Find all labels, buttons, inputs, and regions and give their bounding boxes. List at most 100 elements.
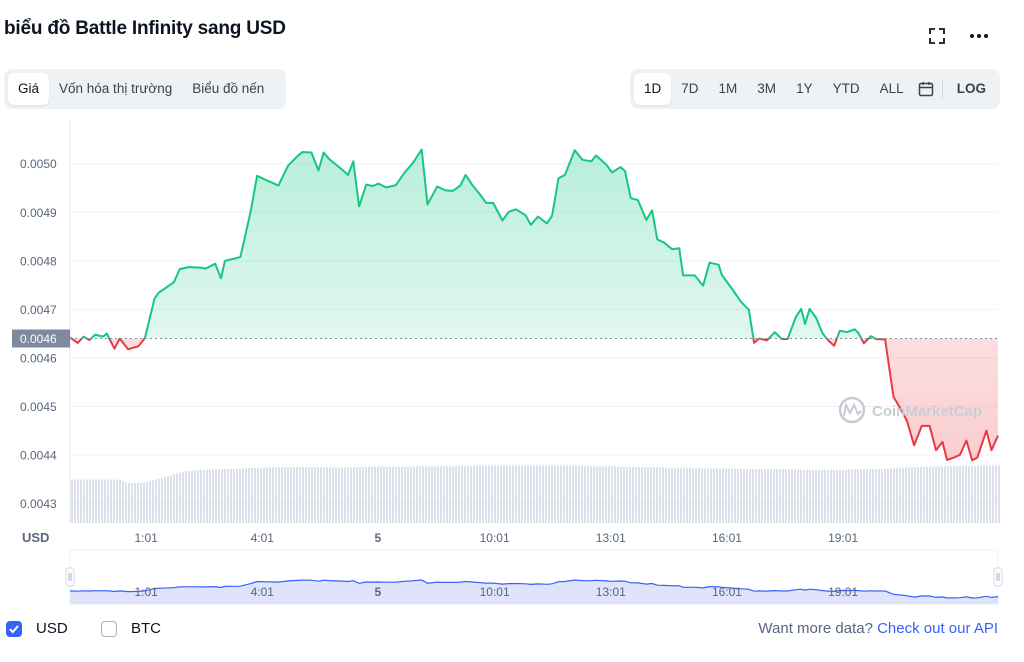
volume-bar xyxy=(404,466,406,523)
navigator-handle-left[interactable] xyxy=(65,567,75,587)
volume-bar xyxy=(86,479,88,523)
volume-bar xyxy=(179,472,181,523)
fullscreen-icon[interactable] xyxy=(924,24,950,48)
volume-bar xyxy=(686,467,688,523)
volume-bar xyxy=(491,465,493,523)
navigator-handle-right[interactable] xyxy=(993,567,1003,587)
volume-bar xyxy=(77,479,79,523)
volume-bar xyxy=(422,466,424,523)
volume-bar xyxy=(962,466,964,523)
btc-checkbox[interactable]: BTC xyxy=(101,620,161,637)
volume-bar xyxy=(458,466,460,523)
volume-bar xyxy=(212,469,214,523)
btc-label: BTC xyxy=(131,620,161,637)
x-axis-labels: 1:01 4:01 5 10:01 13:01 16:01 19:01 xyxy=(134,531,858,545)
volume-bar xyxy=(533,465,535,523)
volume-bar xyxy=(644,467,646,523)
tab-range-3m[interactable]: 3M xyxy=(747,73,786,105)
volume-bar xyxy=(344,467,346,523)
volume-bar xyxy=(785,469,787,523)
coinmarketcap-logo xyxy=(838,396,866,424)
volume-bar xyxy=(866,469,868,523)
api-link[interactable]: Check out our API xyxy=(877,620,998,637)
tab-range-ytd[interactable]: YTD xyxy=(823,73,870,105)
volume-bar xyxy=(887,468,889,523)
volume-bar xyxy=(647,467,649,523)
volume-bar xyxy=(371,466,373,523)
volume-bar xyxy=(965,466,967,523)
volume-bar xyxy=(719,468,721,523)
volume-bar xyxy=(977,465,979,523)
volume-bar xyxy=(335,467,337,523)
volume-bar xyxy=(986,465,988,523)
tab-range-1y[interactable]: 1Y xyxy=(786,73,823,105)
volume-bar xyxy=(821,469,823,523)
volume-bar xyxy=(125,482,127,523)
volume-bar xyxy=(878,469,880,523)
price-chart[interactable]: 0.0046 0.0050 0.0049 0.0048 0.0047 0.0046 0.0… xyxy=(0,118,1024,608)
volume-bar xyxy=(143,482,145,523)
volume-bar xyxy=(875,469,877,523)
tab-range-all[interactable]: ALL xyxy=(870,73,914,105)
watermark-text: CoinMarketCap xyxy=(872,403,982,420)
volume-bar xyxy=(416,466,418,523)
volume-bar xyxy=(434,466,436,523)
volume-bar xyxy=(113,479,115,523)
volume-bar xyxy=(185,471,187,523)
navigator-tick-label: 5 xyxy=(374,585,381,599)
volume-bar xyxy=(812,469,814,523)
volume-bar xyxy=(776,469,778,523)
volume-bar xyxy=(272,467,274,523)
volume-bar xyxy=(710,468,712,523)
volume-bar xyxy=(764,469,766,523)
volume-bar xyxy=(695,467,697,523)
volume-bar xyxy=(296,467,298,523)
volume-bar xyxy=(263,467,265,523)
volume-bar xyxy=(71,479,73,523)
volume-bar xyxy=(503,465,505,523)
volume-bar xyxy=(620,466,622,523)
volume-bar xyxy=(911,467,913,523)
volume-bar xyxy=(635,467,637,523)
volume-bar xyxy=(860,469,862,523)
volume-bars xyxy=(71,465,1000,523)
volume-bar xyxy=(278,467,280,523)
volume-bar xyxy=(752,469,754,523)
volume-bar xyxy=(398,466,400,523)
volume-bar xyxy=(893,468,895,523)
tab-range-1m[interactable]: 1M xyxy=(709,73,748,105)
volume-bar xyxy=(584,466,586,523)
volume-bar xyxy=(566,465,568,523)
volume-bar xyxy=(302,467,304,523)
navigator-tick-label: 19:01 xyxy=(828,585,858,599)
volume-bar xyxy=(140,482,142,523)
volume-bar xyxy=(479,465,481,523)
volume-bar xyxy=(245,468,247,523)
tab-candlestick[interactable]: Biểu đồ nến xyxy=(182,73,274,105)
tab-range-1d[interactable]: 1D xyxy=(634,73,672,105)
range-navigator[interactable]: 1:01 4:01 5 10:01 13:01 16:01 19:01 xyxy=(65,549,1003,605)
volume-bar xyxy=(818,469,820,523)
x-tick-label: 5 xyxy=(374,531,381,545)
volume-bar xyxy=(98,479,100,523)
volume-bar xyxy=(350,467,352,523)
calendar-icon[interactable] xyxy=(914,73,938,105)
volume-bar xyxy=(488,465,490,523)
tab-market-cap[interactable]: Vốn hóa thị trường xyxy=(49,73,182,105)
volume-bar xyxy=(800,469,802,523)
navigator-tick-label: 16:01 xyxy=(712,585,742,599)
volume-bar xyxy=(845,469,847,523)
volume-bar xyxy=(815,469,817,523)
navigator-tick-label: 13:01 xyxy=(596,585,626,599)
more-options-icon[interactable] xyxy=(966,24,992,48)
more-data-text: Want more data? Check out our API xyxy=(758,620,998,637)
volume-bar xyxy=(524,465,526,523)
volume-bar xyxy=(632,467,634,523)
volume-bar xyxy=(389,466,391,523)
tab-price[interactable]: Giá xyxy=(8,73,50,105)
volume-bar xyxy=(959,466,961,523)
log-toggle[interactable]: LOG xyxy=(947,73,996,105)
usd-checkbox[interactable]: USD xyxy=(6,620,68,637)
tab-range-7d[interactable]: 7D xyxy=(671,73,708,105)
volume-bar xyxy=(914,467,916,523)
